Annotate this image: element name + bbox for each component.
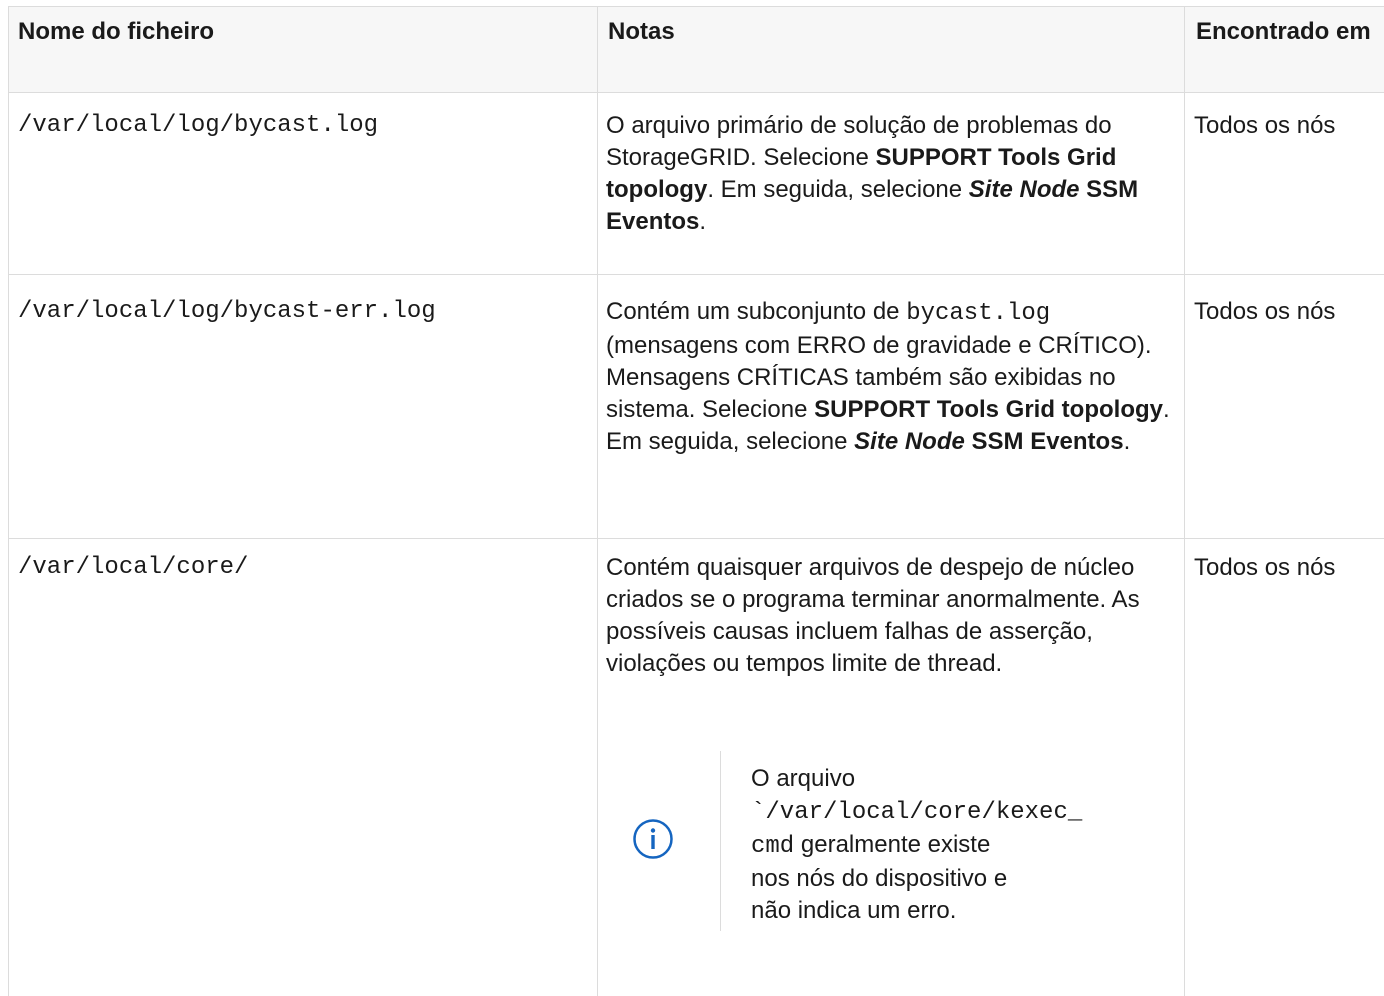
notes-bold: SSM Eventos xyxy=(964,428,1124,455)
notes-code: bycast.log xyxy=(906,300,1051,327)
notes-text: . Em seguida, selecione xyxy=(707,176,969,203)
notes-bold-italic: Site Node xyxy=(968,176,1080,203)
found-in-cell: Todos os nós xyxy=(1194,112,1336,139)
row-divider-3 xyxy=(8,538,1384,539)
admonition-code: cmd xyxy=(751,833,795,860)
info-admonition: O arquivo `/var/local/core/kexec_ cmd ger… xyxy=(608,751,1168,931)
column-header-notes: Notas xyxy=(608,18,675,45)
filename-cell: /var/local/core/ xyxy=(18,554,249,581)
found-in-cell: Todos os nós xyxy=(1194,298,1336,325)
notes-cell: Contém um subconjunto de bycast.log (men… xyxy=(606,296,1176,458)
table-border-left xyxy=(8,6,9,996)
admonition-text: O arquivo `/var/local/core/kexec_ cmd ger… xyxy=(751,763,1082,927)
admonition-text-part: O arquivo xyxy=(751,765,856,792)
notes-bold-italic: Site Node xyxy=(854,428,965,455)
notes-text: . xyxy=(1123,428,1131,455)
column-header-filename: Nome do ficheiro xyxy=(18,18,215,45)
notes-text: . xyxy=(699,208,707,235)
column-divider-2 xyxy=(1184,6,1185,996)
admonition-code: `/var/local/core/kexec_ xyxy=(751,799,1083,826)
admonition-divider xyxy=(720,751,721,931)
column-header-found-in: Encontrado em xyxy=(1196,18,1371,45)
filename-cell: /var/local/log/bycast-err.log xyxy=(18,298,436,325)
notes-text: Contém um subconjunto de xyxy=(606,298,907,325)
found-in-cell: Todos os nós xyxy=(1194,554,1336,581)
notes-cell: Contém quaisquer arquivos de despejo de … xyxy=(606,554,1140,677)
filename-cell: /var/local/log/bycast.log xyxy=(18,112,379,139)
column-divider-1 xyxy=(597,6,598,996)
row-divider-1 xyxy=(8,92,1384,93)
notes-cell: O arquivo primário de solução de problem… xyxy=(606,110,1176,238)
notes-bold: SUPPORT Tools Grid topology xyxy=(814,396,1163,423)
info-circle-icon xyxy=(632,818,674,860)
log-files-table: Nome do ficheiro Notas Encontrado em /va… xyxy=(8,6,1384,996)
table-border-top xyxy=(8,6,1384,7)
row-divider-2 xyxy=(8,274,1384,275)
